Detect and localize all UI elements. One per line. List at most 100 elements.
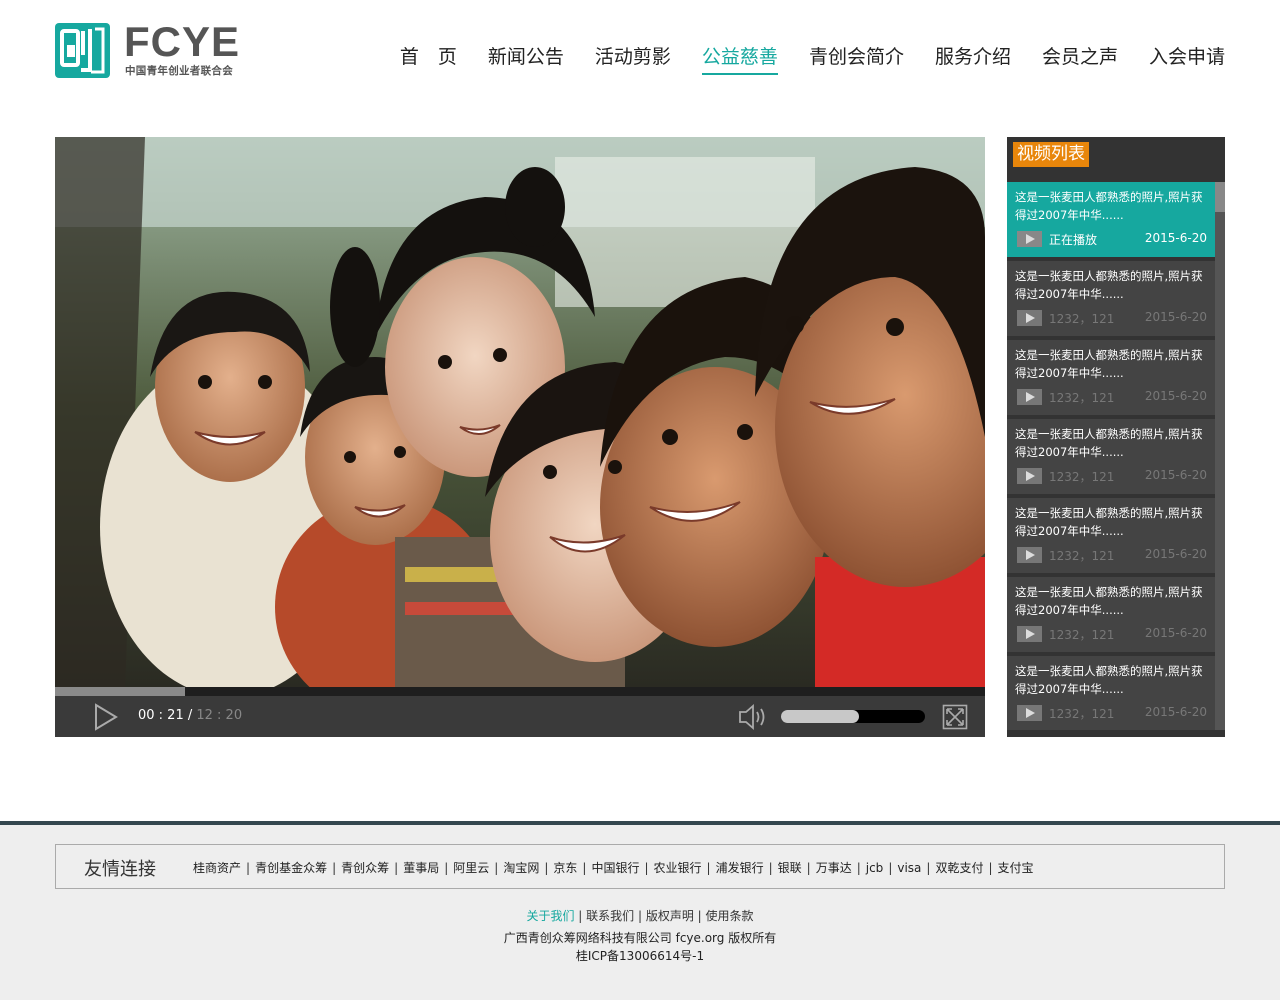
play-icon[interactable] (1017, 389, 1042, 405)
link-separator: | (988, 861, 993, 875)
friend-link[interactable]: 董事局 (403, 861, 439, 875)
video-item-title: 这是一张麦田人都熟悉的照片,照片获得过2007年中华...... (1015, 269, 1203, 301)
video-item-stats: 1232，121 (1049, 628, 1115, 642)
friend-link[interactable]: 浦发银行 (716, 861, 764, 875)
play-icon[interactable] (1017, 705, 1042, 721)
link-separator: | (926, 861, 931, 875)
friend-link[interactable]: 青创众筹 (341, 861, 389, 875)
logo-mark-icon (55, 23, 110, 78)
nav-item[interactable]: 公益慈善 (701, 42, 778, 75)
nav-item[interactable]: 入会申请 (1149, 42, 1225, 75)
progress-bar[interactable] (55, 687, 985, 696)
nav-item[interactable]: 新闻公告 (488, 42, 564, 75)
icp-number: 桂ICP备13006614号-1 (575, 949, 705, 963)
friend-link[interactable]: 万事达 (816, 861, 852, 875)
footer-link[interactable]: 关于我们 (526, 909, 574, 923)
link-separator: | (644, 861, 649, 875)
video-item-date: 2015-6-20 (1144, 468, 1207, 482)
video-item-stats: 1232，121 (1049, 391, 1115, 405)
video-item-stats: 正在播放 (1049, 233, 1098, 247)
scrollbar-thumb[interactable] (1215, 182, 1225, 212)
video-list-item[interactable]: 这是一张麦田人都熟悉的照片,照片获得过2007年中华...... 1232，121… (1007, 577, 1215, 652)
link-separator: | (856, 861, 861, 875)
play-icon[interactable] (1017, 547, 1042, 563)
friend-link[interactable]: 淘宝网 (503, 861, 539, 875)
video-item-title: 这是一张麦田人都熟悉的照片,照片获得过2007年中华...... (1015, 585, 1203, 617)
link-separator: | (394, 861, 399, 875)
volume-icon[interactable] (738, 704, 770, 730)
friend-link[interactable]: visa (897, 861, 921, 875)
play-icon[interactable] (1017, 310, 1042, 326)
video-item-stats: 1232，121 (1049, 470, 1115, 484)
link-separator: | (332, 861, 337, 875)
link-separator: | (246, 861, 251, 875)
nav-item[interactable]: 青创会简介 (809, 42, 904, 75)
link-separator: | (806, 861, 811, 875)
video-item-date: 2015-6-20 (1144, 310, 1207, 324)
video-item-date: 2015-6-20 (1144, 231, 1207, 245)
logo-text: FCYE (124, 18, 241, 65)
player-controls: 00 : 21 / 12 : 20 (55, 696, 985, 737)
video-list-item[interactable]: 这是一张麦田人都熟悉的照片,照片获得过2007年中华...... 1232，121… (1007, 656, 1215, 730)
total-time: 12 : 20 (196, 708, 243, 723)
video-player: 00 : 21 / 12 : 20 (55, 137, 985, 737)
video-list-item[interactable]: 这是一张麦田人都熟悉的照片,照片获得过2007年中华...... 1232，121… (1007, 261, 1215, 336)
current-time: 00 : 21 / (138, 708, 197, 723)
footer-nav: 关于我们 | 联系我们 | 版权声明 | 使用条款 (0, 907, 1280, 924)
nav-item[interactable]: 活动剪影 (595, 42, 671, 75)
link-separator: | (574, 909, 587, 923)
site-logo[interactable]: FCYE 中国青年创业者联合会 (55, 18, 245, 78)
video-item-title: 这是一张麦田人都熟悉的照片,照片获得过2007年中华...... (1015, 664, 1203, 696)
video-item-date: 2015-6-20 (1144, 626, 1207, 640)
video-list-item[interactable]: 这是一张麦田人都熟悉的照片,照片获得过2007年中华...... 正在播放 2015… (1007, 182, 1215, 257)
play-icon[interactable] (1017, 468, 1042, 484)
video-list-item[interactable]: 这是一张麦田人都熟悉的照片,照片获得过2007年中华...... 1232，121… (1007, 340, 1215, 415)
friend-link[interactable]: 桂商资产 (193, 861, 241, 875)
friend-link[interactable]: 农业银行 (654, 861, 702, 875)
link-separator: | (888, 861, 893, 875)
video-item-date: 2015-6-20 (1144, 547, 1207, 561)
friend-links: 桂商资产 | 青创基金众筹 | 青创众筹 | 董事局 | 阿里云 | 淘宝网 | 京东 | 中国银行 | 农业银… (193, 859, 1034, 876)
main-nav: 首 页新闻公告 活动剪影 公益慈善 青创会简介 服务介绍 会员之声 入会申请 (400, 42, 1225, 75)
video-item-date: 2015-6-20 (1144, 389, 1207, 403)
video-item-title: 这是一张麦田人都熟悉的照片,照片获得过2007年中华...... (1015, 427, 1203, 459)
footer-link[interactable]: 使用条款 (706, 909, 754, 923)
link-separator: | (768, 861, 773, 875)
link-separator: | (544, 861, 549, 875)
progress-fill (55, 687, 186, 696)
friend-link[interactable]: jcb (866, 861, 884, 875)
friend-link[interactable]: 双乾支付 (935, 861, 983, 875)
copyright: 广西青创众筹网络科技有限公司 fcye.org 版权所有 (503, 931, 777, 945)
link-separator: | (582, 861, 587, 875)
video-item-date: 2015-6-20 (1144, 705, 1207, 719)
play-icon[interactable] (1017, 231, 1042, 247)
scrollbar[interactable] (1215, 182, 1225, 730)
video-item-title: 这是一张麦田人都熟悉的照片,照片获得过2007年中华...... (1015, 506, 1203, 538)
link-separator: | (706, 861, 711, 875)
video-item-title: 这是一张麦田人都熟悉的照片,照片获得过2007年中华...... (1015, 348, 1203, 380)
friend-link[interactable]: 银联 (778, 861, 802, 875)
video-list-item[interactable]: 这是一张麦田人都熟悉的照片,照片获得过2007年中华...... 1232，121… (1007, 498, 1215, 573)
video-item-stats: 1232，121 (1049, 549, 1115, 563)
friend-link[interactable]: 青创基金众筹 (255, 861, 327, 875)
nav-item[interactable]: 服务介绍 (935, 42, 1011, 75)
fullscreen-icon[interactable] (942, 704, 968, 730)
video-frame[interactable] (55, 137, 985, 687)
friend-link[interactable]: 支付宝 (998, 861, 1034, 875)
friend-link[interactable]: 中国银行 (591, 861, 639, 875)
footer: 友情连接 桂商资产 | 青创基金众筹 | 青创众筹 | 董事局 | 阿里云 | 淘宝网 | 京东 | 中国银… (0, 821, 1280, 1000)
friend-link[interactable]: 京东 (553, 861, 577, 875)
play-icon[interactable] (93, 703, 119, 731)
video-list-item[interactable]: 这是一张麦田人都熟悉的照片,照片获得过2007年中华...... 1232，121… (1007, 419, 1215, 494)
nav-item[interactable]: 会员之声 (1042, 42, 1118, 75)
footer-link[interactable]: 联系我们 (586, 909, 634, 923)
logo-subtitle: 中国青年创业者联合会 (125, 65, 233, 77)
nav-item[interactable]: 首 页 (400, 42, 457, 75)
link-separator: | (634, 909, 646, 923)
footer-link[interactable]: 版权声明 (646, 909, 694, 923)
friend-link[interactable]: 阿里云 (453, 861, 489, 875)
link-separator: | (444, 861, 449, 875)
play-icon[interactable] (1017, 626, 1042, 642)
volume-slider[interactable] (781, 710, 925, 723)
video-still-photo (55, 137, 985, 687)
